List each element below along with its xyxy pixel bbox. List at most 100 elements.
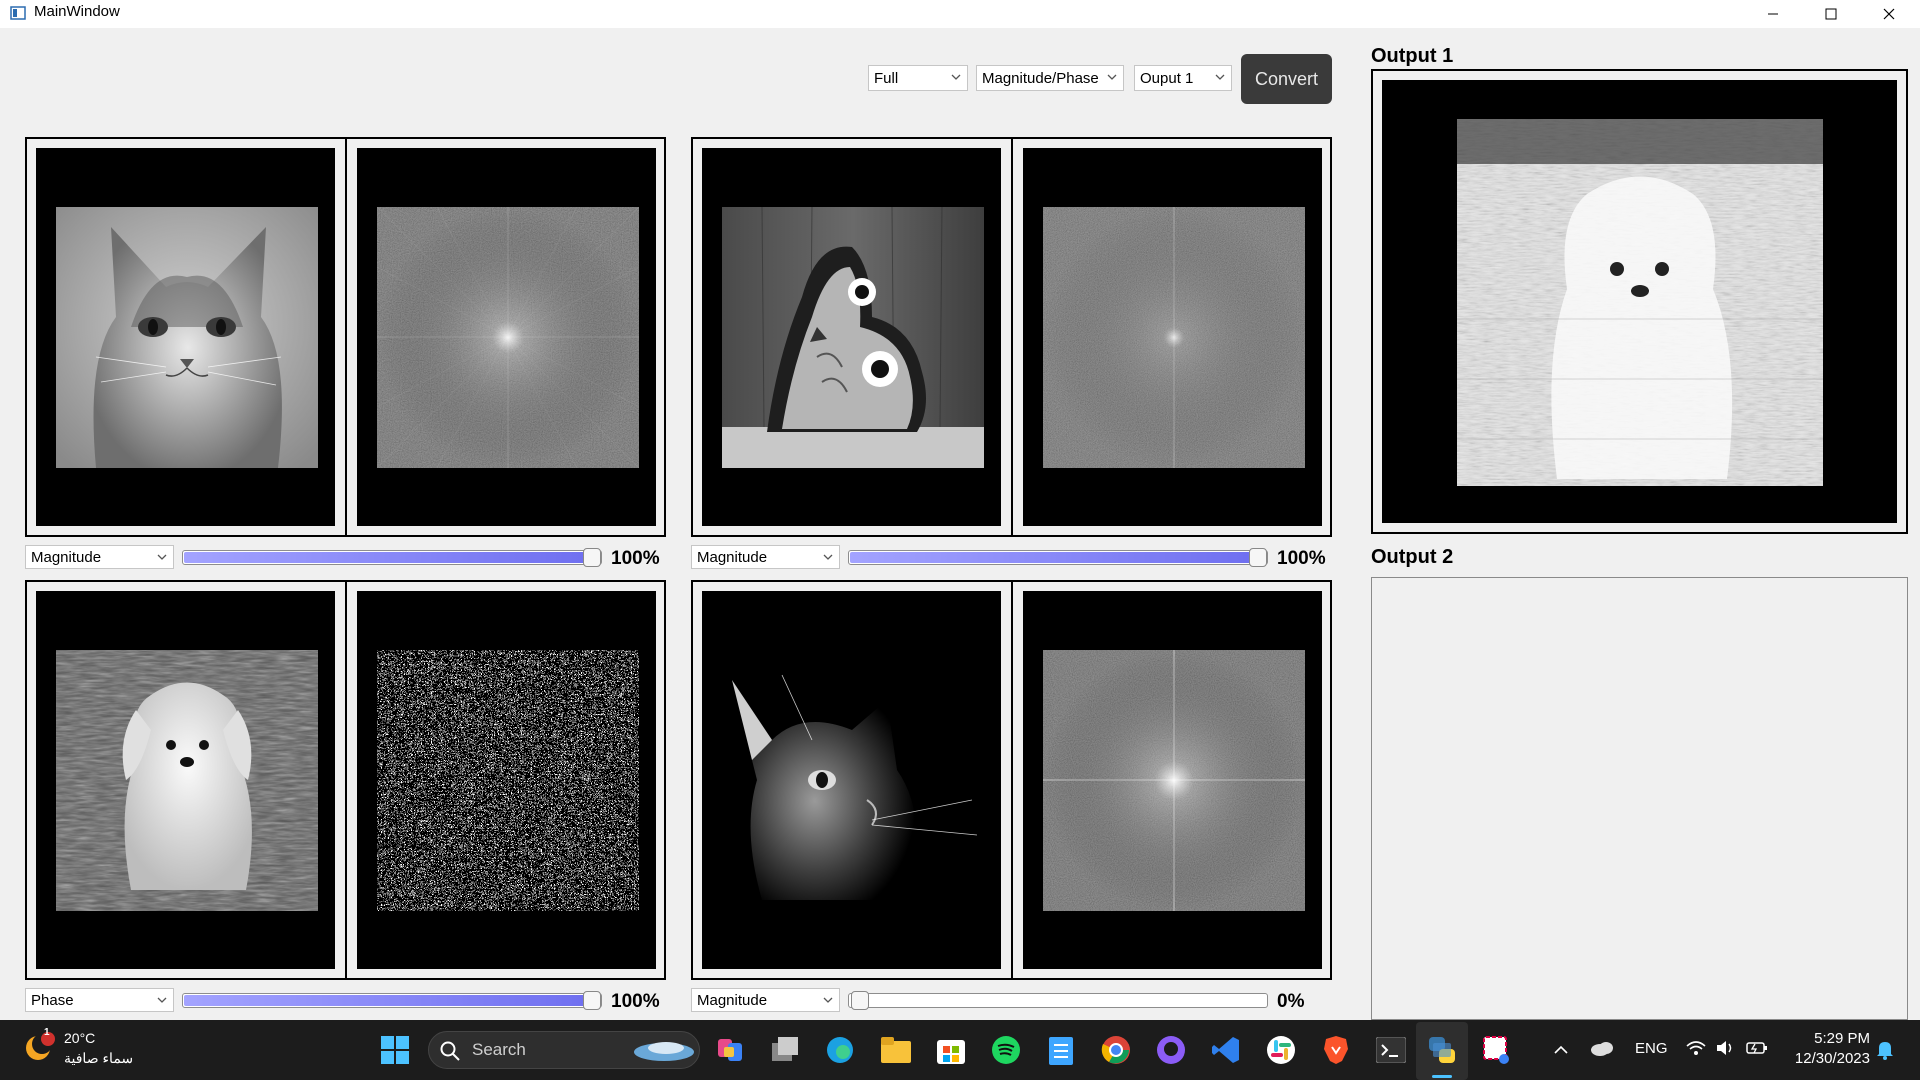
- output-1-viewer[interactable]: [1382, 80, 1897, 523]
- convert-button[interactable]: Convert: [1241, 54, 1332, 104]
- weight-percent-4: 0%: [1277, 991, 1305, 1012]
- task-view-icon[interactable]: [766, 1030, 806, 1070]
- weight-slider-1[interactable]: [182, 548, 602, 567]
- component-select-4-value: Magnitude: [697, 991, 768, 1009]
- search-highlight-icon: [632, 1036, 696, 1064]
- fft-magnitude-image-1: [377, 207, 639, 468]
- mixed-output-image: [1457, 119, 1823, 486]
- weight-percent-2: 100%: [1277, 548, 1326, 569]
- search-placeholder: Search: [472, 1040, 526, 1059]
- slider-handle[interactable]: [851, 991, 869, 1010]
- dog-image: [56, 650, 318, 911]
- github-desktop-icon[interactable]: [1151, 1030, 1191, 1070]
- close-button[interactable]: [1860, 0, 1918, 28]
- active-indicator: [1432, 1075, 1452, 1078]
- component-select-4[interactable]: Magnitude: [691, 988, 840, 1012]
- fourier-viewer-3[interactable]: [357, 591, 656, 969]
- cat-image-2: [722, 207, 984, 468]
- weight-percent-1: 100%: [611, 548, 660, 569]
- brave-icon[interactable]: [1316, 1030, 1356, 1070]
- fourier-viewer-2[interactable]: [1023, 148, 1322, 526]
- spotify-icon[interactable]: [986, 1030, 1026, 1070]
- language-indicator[interactable]: ENG: [1635, 1040, 1668, 1057]
- image-viewer-1[interactable]: [36, 148, 335, 526]
- weather-desc: سماء صافية: [64, 1050, 134, 1066]
- title-bar: [0, 0, 1920, 28]
- slider-fill: [184, 995, 590, 1006]
- wifi-icon[interactable]: [1686, 1040, 1706, 1061]
- snipping-tool-icon[interactable]: [1477, 1030, 1517, 1070]
- weight-percent-3: 100%: [611, 991, 660, 1012]
- cat-image-3: [722, 650, 984, 911]
- panel-divider: [345, 580, 347, 980]
- fft-magnitude-image-4: [1043, 650, 1305, 911]
- weather-badge: 1: [44, 1027, 50, 1038]
- image-viewer-4[interactable]: [702, 591, 1001, 969]
- component-select-2[interactable]: Magnitude: [691, 545, 840, 569]
- tray-overflow-chevron-icon[interactable]: [1554, 1042, 1568, 1060]
- maximize-icon: [1825, 8, 1837, 20]
- output-select-value: Ouput 1: [1140, 69, 1194, 87]
- mix-mode-select-value: Magnitude/Phase: [982, 69, 1099, 87]
- copilot-icon[interactable]: [711, 1030, 751, 1070]
- chevron-down-icon: [1215, 74, 1225, 80]
- image-viewer-2[interactable]: [702, 148, 1001, 526]
- cat-image-1: [56, 207, 318, 468]
- chevron-down-icon: [157, 997, 167, 1003]
- component-select-1[interactable]: Magnitude: [25, 545, 174, 569]
- app-window-icon: [10, 5, 26, 21]
- chevron-down-icon: [951, 74, 961, 80]
- vscode-icon[interactable]: [1206, 1030, 1246, 1070]
- output-2-panel[interactable]: [1371, 577, 1908, 1020]
- component-select-3-value: Phase: [31, 991, 74, 1009]
- chevron-down-icon: [823, 554, 833, 560]
- chevron-down-icon: [1107, 74, 1117, 80]
- clock-time[interactable]: 5:29 PM: [1790, 1030, 1870, 1047]
- output-1-title: Output 1: [1371, 45, 1454, 67]
- close-icon: [1883, 8, 1895, 20]
- chevron-down-icon: [823, 997, 833, 1003]
- mode-select[interactable]: Full: [868, 65, 968, 91]
- weight-slider-2[interactable]: [848, 548, 1268, 567]
- output-select[interactable]: Ouput 1: [1134, 65, 1232, 91]
- mode-select-value: Full: [874, 69, 899, 87]
- weather-icon[interactable]: [22, 1030, 56, 1064]
- notification-bell-icon[interactable]: [1876, 1040, 1894, 1065]
- output-2-title: Output 2: [1371, 546, 1454, 568]
- panel-divider: [345, 137, 347, 537]
- component-select-2-value: Magnitude: [697, 548, 768, 566]
- battery-icon[interactable]: [1746, 1040, 1768, 1061]
- microsoft-store-icon[interactable]: [931, 1030, 971, 1070]
- weight-slider-4[interactable]: [848, 991, 1268, 1010]
- weight-slider-3[interactable]: [182, 991, 602, 1010]
- slider-fill: [850, 552, 1256, 563]
- minimize-button[interactable]: [1744, 0, 1802, 28]
- panel-divider: [1011, 580, 1013, 980]
- slider-handle[interactable]: [1249, 548, 1267, 567]
- window-title: MainWindow: [34, 3, 120, 20]
- python-icon[interactable]: [1422, 1030, 1462, 1070]
- component-select-3[interactable]: Phase: [25, 988, 174, 1012]
- image-viewer-3[interactable]: [36, 591, 335, 969]
- windows-start-icon[interactable]: [375, 1030, 415, 1070]
- weather-temp: 20°C: [64, 1030, 96, 1046]
- chevron-down-icon: [157, 554, 167, 560]
- onedrive-icon[interactable]: [1590, 1040, 1614, 1061]
- minimize-icon: [1768, 13, 1778, 15]
- fft-phase-image: [377, 650, 639, 911]
- mix-mode-select[interactable]: Magnitude/Phase: [976, 65, 1124, 91]
- chrome-icon[interactable]: [1096, 1030, 1136, 1070]
- edge-icon[interactable]: [820, 1030, 860, 1070]
- slider-fill: [184, 552, 590, 563]
- slider-handle[interactable]: [583, 548, 601, 567]
- fourier-viewer-1[interactable]: [357, 148, 656, 526]
- fourier-viewer-4[interactable]: [1023, 591, 1322, 969]
- terminal-icon[interactable]: [1371, 1030, 1411, 1070]
- slider-handle[interactable]: [583, 991, 601, 1010]
- slack-icon[interactable]: [1261, 1030, 1301, 1070]
- file-explorer-icon[interactable]: [876, 1030, 916, 1070]
- maximize-button[interactable]: [1802, 0, 1860, 28]
- clock-date[interactable]: 12/30/2023: [1782, 1050, 1870, 1067]
- notepad-icon[interactable]: [1041, 1030, 1081, 1070]
- volume-icon[interactable]: [1716, 1040, 1736, 1061]
